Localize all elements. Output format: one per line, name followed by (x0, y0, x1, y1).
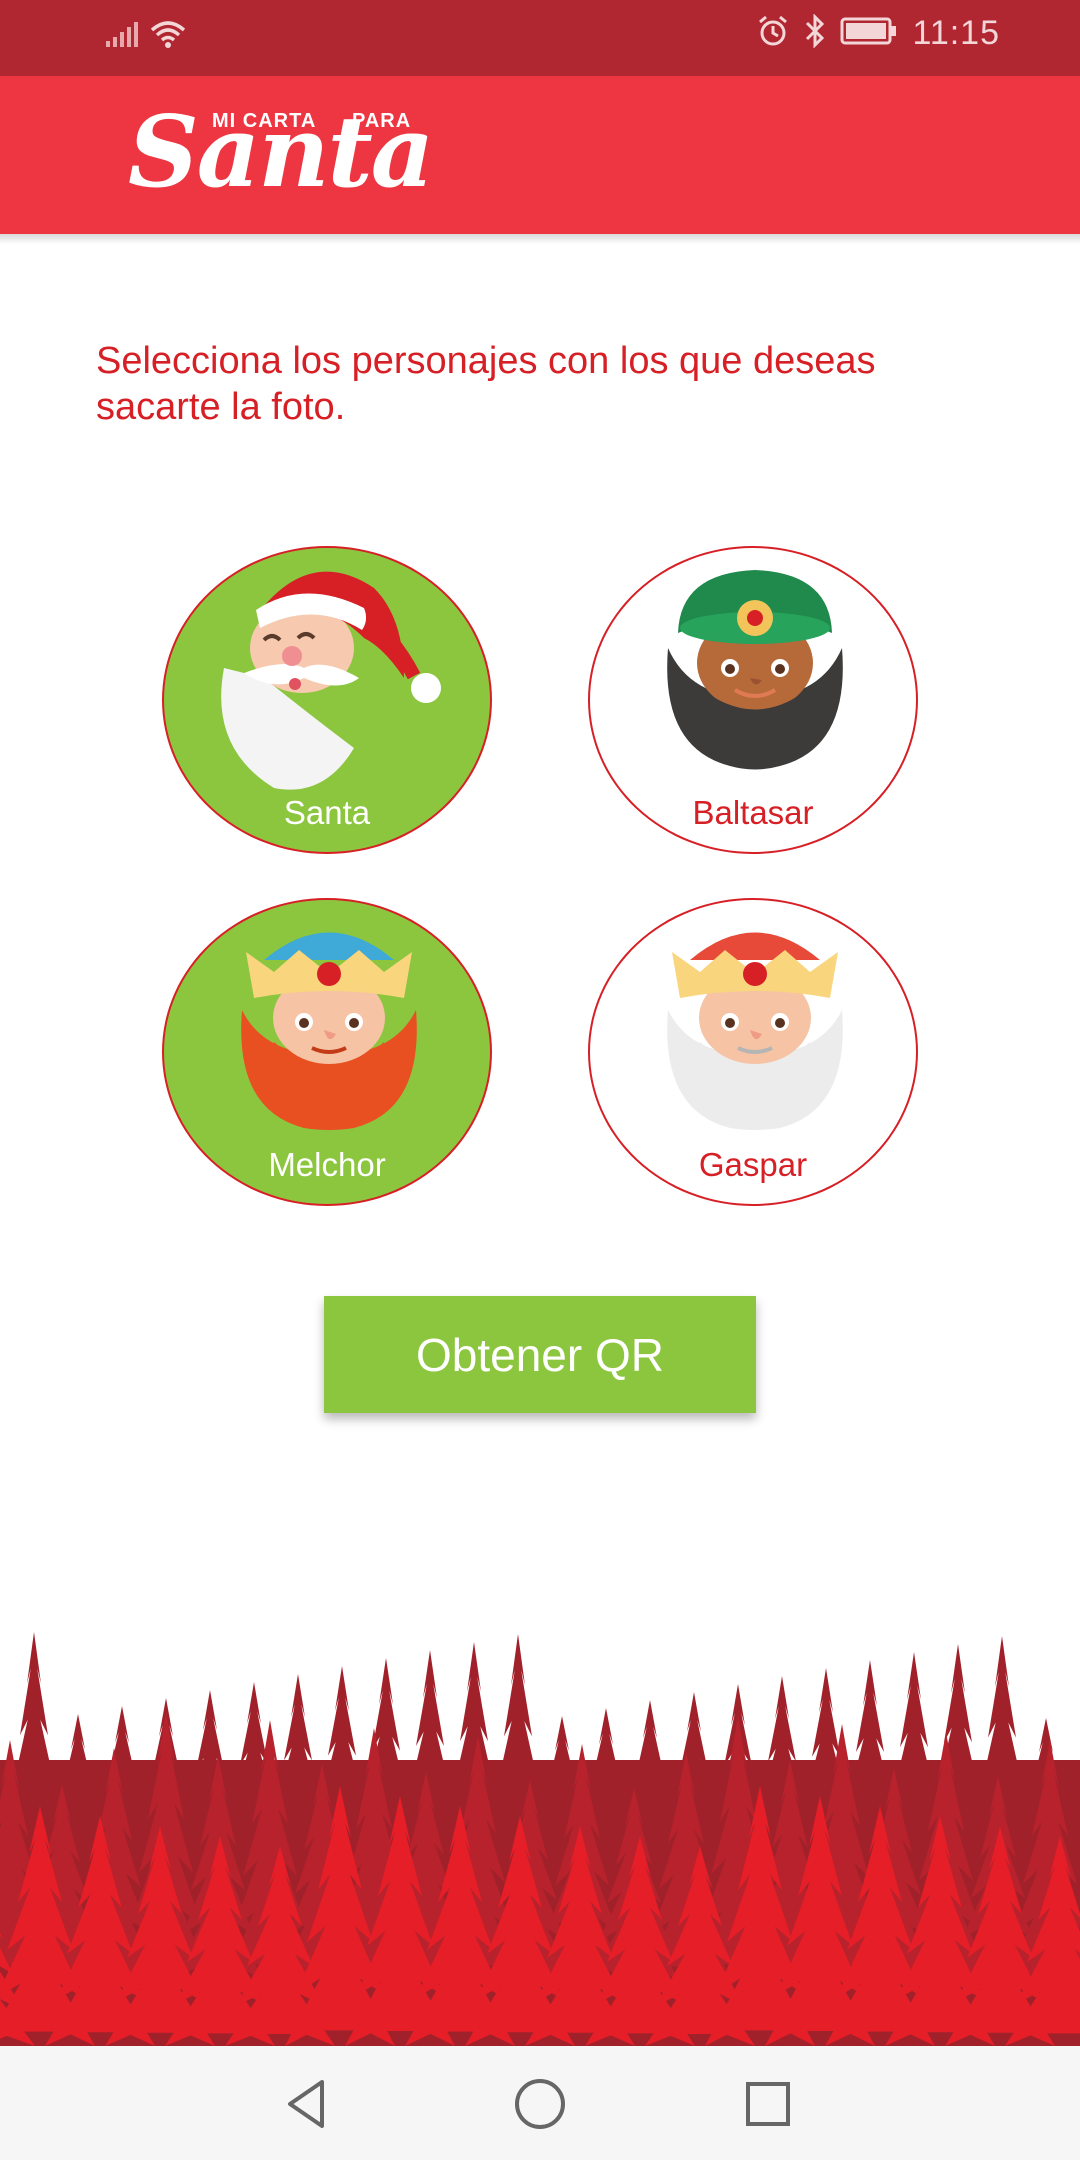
status-bar: 11:15 (0, 0, 1080, 76)
logo-main: Santa (128, 95, 434, 210)
signal-icon (104, 19, 138, 54)
status-right: 11:15 (756, 13, 1000, 53)
character-label: Gaspar (698, 1146, 808, 1183)
character-melchor[interactable]: Melchor (162, 898, 492, 1206)
status-time: 11:15 (912, 14, 1000, 52)
character-santa[interactable]: Santa (162, 546, 492, 854)
character-gaspar[interactable]: Gaspar (588, 898, 918, 1206)
alarm-icon (756, 14, 790, 53)
character-label: Santa (283, 794, 371, 831)
back-icon[interactable] (278, 2074, 338, 2134)
home-icon[interactable] (510, 2074, 570, 2134)
instruction-text: Selecciona los personajes con los que de… (96, 340, 876, 428)
battery-icon (840, 16, 898, 51)
get-qr-button[interactable]: Obtener QR (324, 1296, 756, 1413)
screen: 11:15 MI CARTA PARA Santa Selecciona los… (0, 0, 1080, 2160)
status-left (104, 18, 188, 55)
app-bar-shadow (0, 234, 1080, 244)
bluetooth-icon (804, 13, 826, 53)
character-label: Baltasar (692, 794, 814, 831)
navigation-bar (0, 2046, 1080, 2160)
forest-decoration (0, 1632, 1080, 2046)
wifi-icon (148, 18, 188, 55)
recent-apps-icon[interactable] (738, 2074, 798, 2134)
character-label: Melchor (268, 1146, 386, 1183)
character-baltasar[interactable]: Baltasar (588, 546, 918, 854)
app-logo: MI CARTA PARA Santa (128, 90, 434, 220)
